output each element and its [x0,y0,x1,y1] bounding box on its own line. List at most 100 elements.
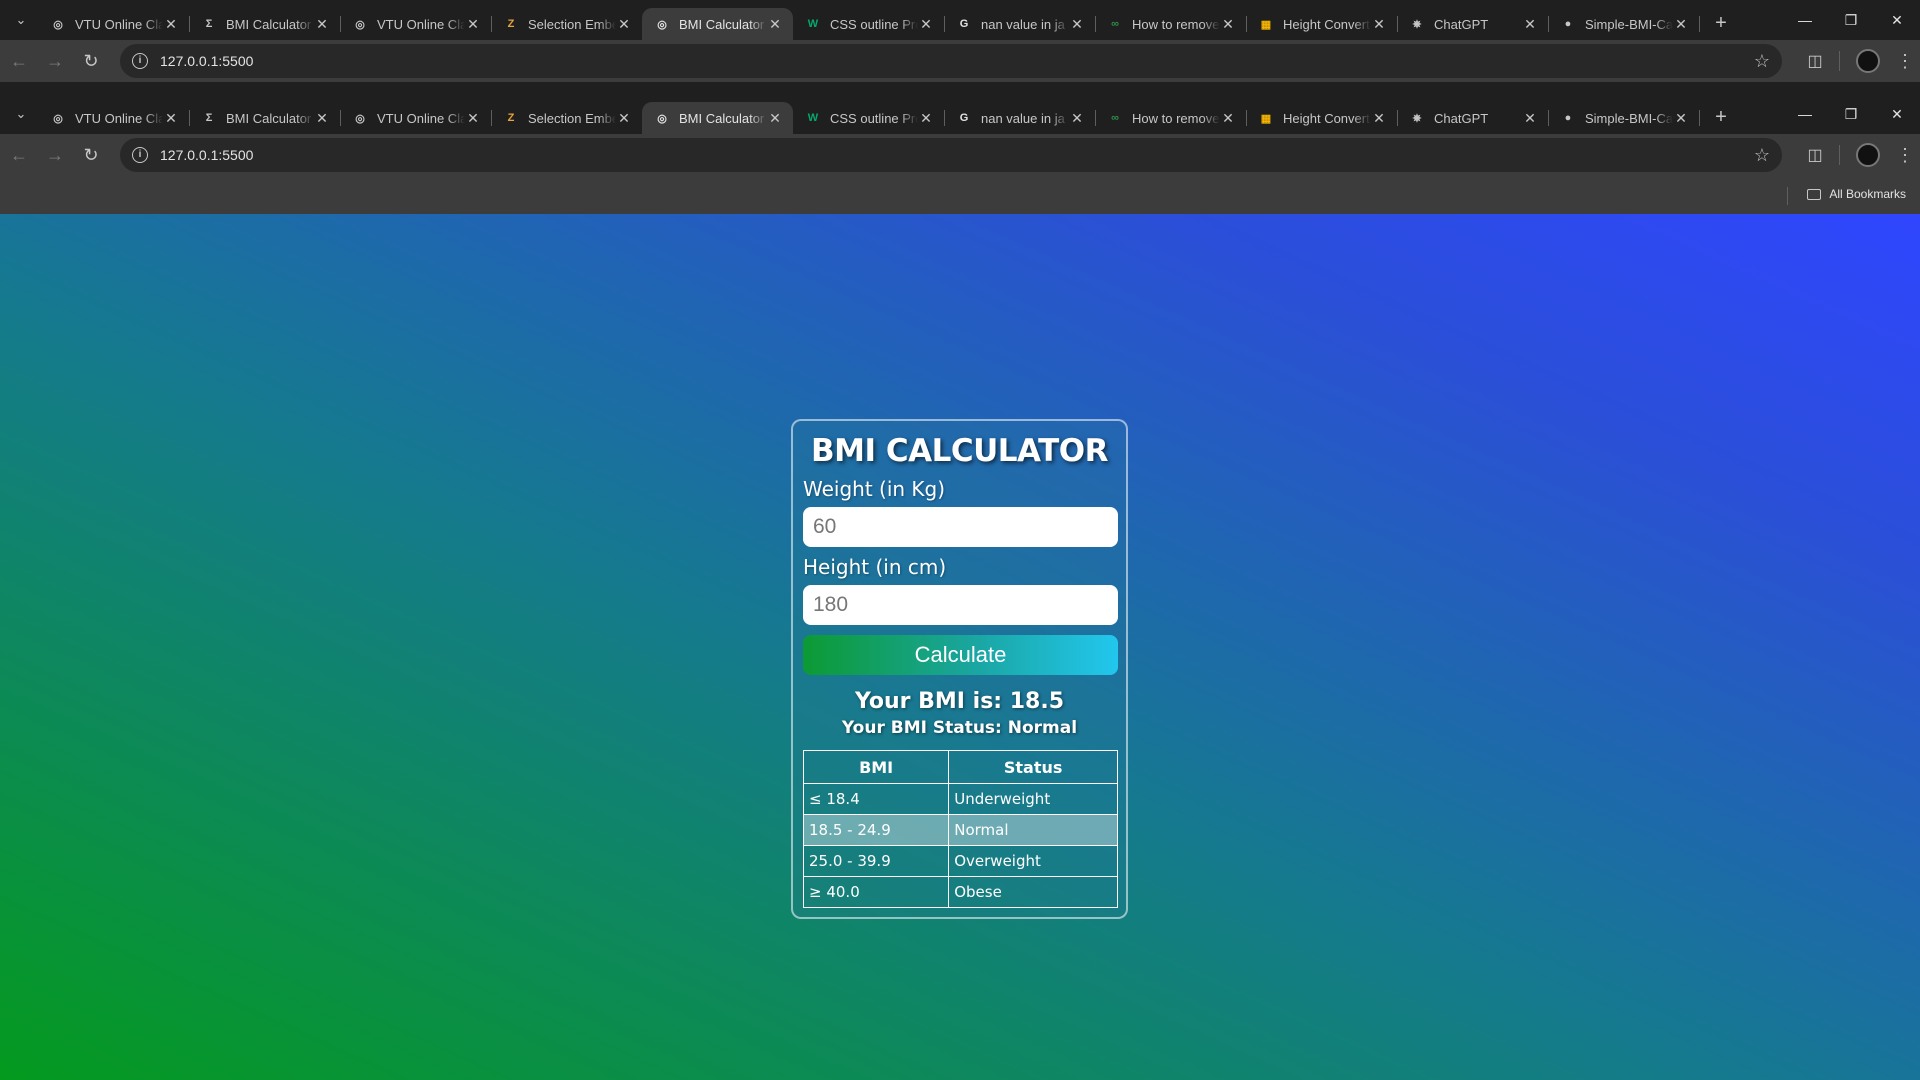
tab-title: VTU Online Cla [75,16,163,32]
tab-close-icon[interactable]: ✕ [918,110,934,127]
weight-label: Weight (in Kg) [803,477,946,501]
table-row-highlighted: 18.5 - 24.9 Normal [802,814,1118,846]
tab-close-icon[interactable]: ✕ [616,16,632,33]
browser-tab[interactable]: ◎ VTU Online Cla ✕ [340,102,492,134]
tab-close-icon[interactable]: ✕ [1673,110,1689,127]
browser-tab[interactable]: ∞ How to remove ✕ [1095,102,1247,134]
calculate-button[interactable]: Calculate [803,635,1118,675]
new-tab-plus-icon[interactable]: + [1707,9,1735,37]
tab-title: Selection Embe [528,110,616,126]
tab-close-icon[interactable]: ✕ [767,16,783,33]
globe-icon: ◎ [657,112,667,125]
browser-window-outer: ⌄ ◎ VTU Online Cla ✕ Σ BMI Calculator ✕ ◎ VTU O… [0,0,1920,82]
bmi-status: Your BMI Status: Normal [841,718,1078,738]
tab-close-icon[interactable]: ✕ [163,16,179,33]
site-info-icon[interactable]: i [132,53,148,69]
github-icon: ● [1564,112,1572,124]
tab-strip: ⌄ ◎ VTU Online Cla ✕ Σ BMI Calculator ✕ ◎ VTU O… [0,0,1920,40]
address-bar[interactable]: i 127.0.0.1:5500 ☆ [120,138,1782,172]
tab-close-icon[interactable]: ✕ [314,16,330,33]
table-cell-status: Normal [948,814,1118,846]
restore-icon[interactable]: ❐ [1828,0,1874,40]
close-window-icon[interactable]: ✕ [1874,94,1920,134]
minimize-icon[interactable]: — [1782,0,1828,40]
tab-search-chevron-icon[interactable]: ⌄ [4,6,38,34]
tab-title: How to remove [1132,110,1220,126]
browser-tab[interactable]: ◎ VTU Online Cla ✕ [38,102,190,134]
url-text[interactable]: 127.0.0.1:5500 [160,147,253,163]
browser-tab[interactable]: ◎ BMI Calculator ✕ [642,8,793,40]
browser-tab[interactable]: W CSS outline Pro ✕ [793,8,945,40]
zoho-icon: Z [507,112,515,124]
forward-arrow-icon[interactable]: → [38,138,72,172]
tab-close-icon[interactable]: ✕ [465,110,481,127]
url-text[interactable]: 127.0.0.1:5500 [160,53,253,69]
table-row: ≥ 40.0 Obese [802,876,1118,908]
profile-avatar[interactable] [1856,49,1880,73]
browser-tab[interactable]: ◎ VTU Online Cla ✕ [340,8,492,40]
tab-close-icon[interactable]: ✕ [314,110,330,127]
tab-close-icon[interactable]: ✕ [767,110,783,127]
browser-tab[interactable]: Gnan value in ja ✕ [944,102,1096,134]
browser-tab[interactable]: Σ BMI Calculator ✕ [189,102,341,134]
browser-tab[interactable]: ◎ VTU Online Cla ✕ [38,8,190,40]
bookmark-star-icon[interactable]: ☆ [1754,145,1770,166]
reload-icon[interactable]: ↻ [74,138,108,172]
tab-close-icon[interactable]: ✕ [1371,110,1387,127]
browser-tab[interactable]: W CSS outline Pro ✕ [793,102,945,134]
back-arrow-icon[interactable]: ← [2,44,36,78]
weight-input[interactable] [803,507,1118,547]
browser-tab[interactable]: ◎ BMI Calculator ✕ [642,102,793,134]
table-header-status: Status [948,750,1118,784]
browser-tab[interactable]: Σ BMI Calculator ✕ [189,8,341,40]
extensions-puzzle-icon[interactable]: ◫ [1797,145,1833,165]
tab-close-icon[interactable]: ✕ [1220,16,1236,33]
table-cell-bmi: 18.5 - 24.9 [802,814,950,846]
browser-tab[interactable]: ▦ Height Convert ✕ [1246,8,1398,40]
window-controls: — ❐ ✕ [1782,94,1920,134]
tab-close-icon[interactable]: ✕ [1069,110,1085,127]
tab-close-icon[interactable]: ✕ [1069,16,1085,33]
tab-close-icon[interactable]: ✕ [465,16,481,33]
tab-close-icon[interactable]: ✕ [1522,110,1538,127]
browser-tab[interactable]: ● Simple-BMI-Ca ✕ [1548,8,1700,40]
browser-tab[interactable]: ● Simple-BMI-Ca ✕ [1548,102,1700,134]
tab-close-icon[interactable]: ✕ [1522,16,1538,33]
restore-icon[interactable]: ❐ [1828,94,1874,134]
minimize-icon[interactable]: — [1782,94,1828,134]
bookmark-star-icon[interactable]: ☆ [1754,51,1770,72]
tab-close-icon[interactable]: ✕ [918,16,934,33]
browser-tab[interactable]: ▦ Height Convert ✕ [1246,102,1398,134]
table-cell-status: Obese [948,876,1118,908]
forward-arrow-icon[interactable]: → [38,44,72,78]
vtu-icon: ◎ [355,18,365,31]
browser-tab[interactable]: ∞ How to remove ✕ [1095,8,1247,40]
new-tab-plus-icon[interactable]: + [1707,103,1735,131]
kebab-menu-icon[interactable]: ⋮ [1890,51,1920,72]
close-window-icon[interactable]: ✕ [1874,0,1920,40]
all-bookmarks-button[interactable]: All Bookmarks [1807,187,1906,201]
browser-tab[interactable]: Z Selection Embe ✕ [491,8,642,40]
browser-tab[interactable]: Gnan value in ja ✕ [944,8,1096,40]
sigma-icon: Σ [205,112,213,124]
reload-icon[interactable]: ↻ [74,44,108,78]
tab-close-icon[interactable]: ✕ [616,110,632,127]
site-info-icon[interactable]: i [132,147,148,163]
tab-close-icon[interactable]: ✕ [1220,110,1236,127]
address-bar[interactable]: i 127.0.0.1:5500 ☆ [120,44,1782,78]
page-viewport: BMI CALCULATOR Weight (in Kg) Height (in… [0,214,1920,1080]
height-input[interactable] [803,585,1118,625]
tab-search-chevron-icon[interactable]: ⌄ [4,100,38,128]
browser-tab[interactable]: ✵ ChatGPT ✕ [1397,102,1549,134]
tab-close-icon[interactable]: ✕ [1371,16,1387,33]
profile-avatar[interactable] [1856,143,1880,167]
browser-tab[interactable]: ✵ ChatGPT ✕ [1397,8,1549,40]
kebab-menu-icon[interactable]: ⋮ [1890,145,1920,166]
tab-close-icon[interactable]: ✕ [163,110,179,127]
back-arrow-icon[interactable]: ← [2,138,36,172]
extensions-puzzle-icon[interactable]: ◫ [1797,51,1833,71]
browser-tab[interactable]: Z Selection Embe ✕ [491,102,642,134]
tab-close-icon[interactable]: ✕ [1673,16,1689,33]
app-title: BMI CALCULATOR [811,433,1108,469]
tab-title: nan value in ja [981,110,1065,126]
